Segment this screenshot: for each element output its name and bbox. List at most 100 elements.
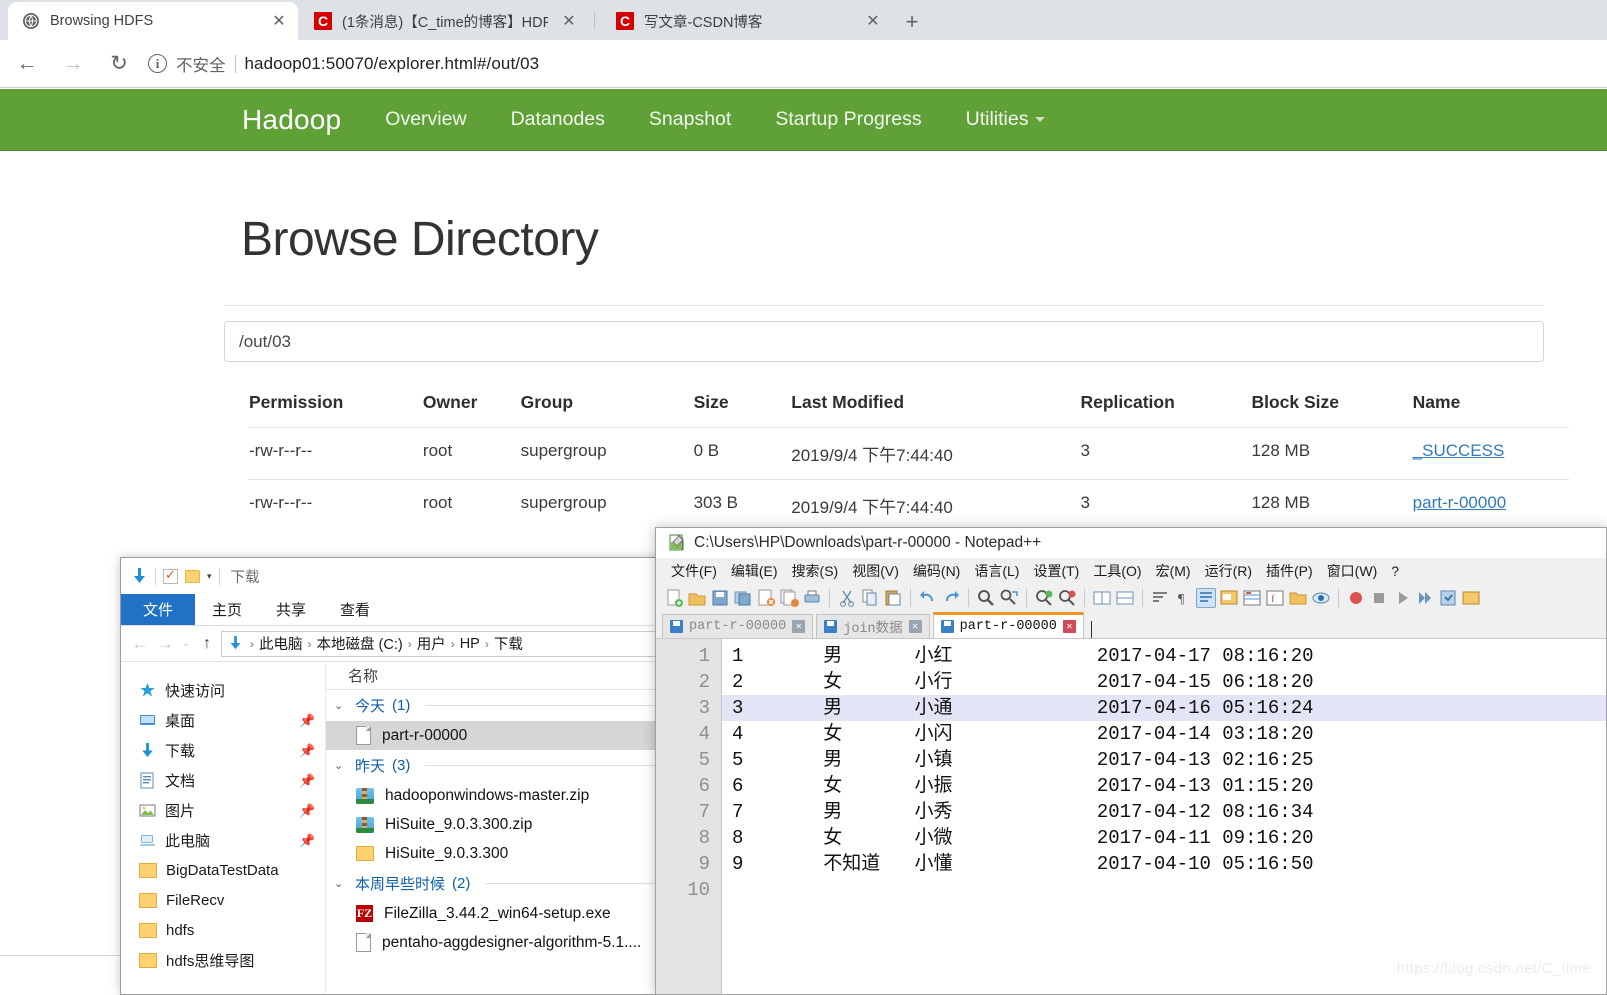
explorer-up-button[interactable]: ↑ — [196, 635, 218, 653]
col-header-name[interactable]: Name — [1413, 392, 1569, 413]
breadcrumb-item-3[interactable]: HP — [460, 636, 480, 652]
sidebar-item-filerecv[interactable]: FileRecv — [121, 885, 325, 915]
new-tab-button[interactable]: + — [898, 8, 926, 36]
sidebar-item-hdfs-mindmap[interactable]: hdfs思维导图 — [121, 945, 325, 975]
file-group-header-earlier-this-week[interactable]: ⌄ 本周早些时候 (2) — [326, 868, 679, 899]
col-header-replication[interactable]: Replication — [1080, 392, 1251, 413]
menu-edit[interactable]: 编辑(E) — [724, 561, 785, 581]
editor-text-area[interactable]: 1 男 小红 2017-04-17 08:16:20 2 女 小行 2017-0… — [722, 639, 1606, 994]
file-list-column-header[interactable]: 名称 — [326, 662, 679, 690]
list-item[interactable]: FZ FileZilla_3.44.2_win64-setup.exe — [326, 899, 679, 928]
sidebar-item-bigdatatestdata[interactable]: BigDataTestData — [121, 855, 325, 885]
file-group-header-yesterday[interactable]: ⌄ 昨天 (3) — [326, 750, 679, 781]
reload-button[interactable]: ↻ — [100, 45, 138, 83]
notepadpp-editor[interactable]: 1 2 3 4 5 6 7 8 9 10 1 男 小红 2017-04-17 0… — [656, 638, 1606, 994]
close-file-icon[interactable] — [756, 588, 776, 608]
menu-run[interactable]: 运行(R) — [1198, 561, 1259, 581]
forward-button[interactable]: → — [54, 45, 92, 83]
col-header-owner[interactable]: Owner — [423, 392, 521, 413]
list-item[interactable]: pentaho-aggdesigner-algorithm-5.1.... — [326, 928, 679, 957]
save-all-icon[interactable] — [733, 588, 753, 608]
breadcrumb-item-4[interactable]: 下载 — [494, 633, 523, 654]
paste-icon[interactable] — [883, 588, 903, 608]
user-defined-dialog-icon[interactable] — [1219, 588, 1239, 608]
chevron-down-icon[interactable]: ⌄ — [334, 877, 348, 890]
menu-encoding[interactable]: 编码(N) — [906, 561, 967, 581]
cut-icon[interactable] — [837, 588, 857, 608]
pin-icon[interactable]: 📌 — [299, 803, 315, 818]
menu-view[interactable]: 视图(V) — [845, 561, 906, 581]
editor-tab-2[interactable]: part-r-00000 ✕ — [932, 612, 1084, 638]
site-info-icon[interactable]: i — [148, 54, 167, 73]
macro-record-icon[interactable] — [1346, 588, 1366, 608]
pin-icon[interactable]: 📌 — [299, 713, 315, 728]
browser-tab-0[interactable]: Browsing HDFS ✕ — [8, 2, 298, 40]
file-group-header-today[interactable]: ⌄ 今天 (1) — [326, 690, 679, 721]
explorer-forward-button[interactable]: → — [154, 634, 176, 654]
col-header-size[interactable]: Size — [694, 392, 792, 413]
tab-close-icon-0[interactable]: ✕ — [268, 10, 290, 32]
menu-macro[interactable]: 宏(M) — [1149, 561, 1198, 581]
sidebar-item-pictures[interactable]: 图片 📌 — [121, 795, 325, 825]
tab-close-icon[interactable]: ✕ — [908, 620, 922, 633]
chevron-down-icon[interactable]: ⌄ — [334, 759, 348, 772]
breadcrumb-item-1[interactable]: 本地磁盘 (C:) — [317, 633, 403, 654]
print-icon[interactable] — [802, 588, 822, 608]
tab-close-icon-1[interactable]: ✕ — [558, 10, 580, 32]
new-file-icon[interactable] — [664, 588, 684, 608]
col-header-last-modified[interactable]: Last Modified — [791, 392, 1080, 413]
nav-link-snapshot[interactable]: Snapshot — [649, 108, 731, 131]
sidebar-item-documents[interactable]: 文档 📌 — [121, 765, 325, 795]
close-all-icon[interactable] — [779, 588, 799, 608]
properties-check-icon[interactable] — [163, 567, 178, 584]
dsp-icon[interactable] — [1461, 588, 1481, 608]
menu-help[interactable]: ? — [1384, 563, 1406, 579]
chevron-down-icon[interactable]: ⌄ — [334, 699, 348, 712]
editor-tab-1[interactable]: join数据 ✕ — [816, 614, 930, 638]
col-header-block-size[interactable]: Block Size — [1251, 392, 1412, 413]
menu-window[interactable]: 窗口(W) — [1320, 561, 1385, 581]
sidebar-item-hdfs[interactable]: hdfs — [121, 915, 325, 945]
word-wrap-icon[interactable] — [1150, 588, 1170, 608]
address-bar[interactable]: i 不安全 hadoop01:50070/explorer.html#/out/… — [148, 47, 1607, 81]
col-header-group[interactable]: Group — [521, 392, 694, 413]
macro-play-multiple-icon[interactable] — [1415, 588, 1435, 608]
sidebar-item-downloads[interactable]: 下载 📌 — [121, 735, 325, 765]
menu-language[interactable]: 语言(L) — [967, 561, 1026, 581]
explorer-recent-locations-icon[interactable]: ⌄ — [179, 638, 193, 649]
customize-dropdown-icon[interactable]: ▾ — [207, 571, 212, 582]
nav-link-startup-progress[interactable]: Startup Progress — [775, 108, 921, 131]
file-link-part-r-00000[interactable]: part-r-00000 — [1413, 493, 1507, 512]
pin-icon[interactable]: 📌 — [299, 743, 315, 758]
nav-link-datanodes[interactable]: Datanodes — [511, 108, 605, 131]
indent-guide-icon[interactable] — [1196, 588, 1216, 608]
directory-path-input[interactable]: /out/03 — [224, 321, 1544, 362]
document-map-icon[interactable] — [1242, 588, 1262, 608]
editor-tab-0[interactable]: part-r-00000 ✕ — [662, 614, 814, 638]
browser-tab-1[interactable]: C (1条消息)【C_time的博客】HDF ✕ — [300, 2, 588, 40]
show-all-chars-icon[interactable]: ¶ — [1173, 588, 1193, 608]
back-button[interactable]: ← — [8, 45, 46, 83]
zoom-in-icon[interactable] — [1034, 588, 1054, 608]
hadoop-brand[interactable]: Hadoop — [242, 104, 341, 136]
undo-icon[interactable] — [918, 588, 938, 608]
col-header-permission[interactable]: Permission — [249, 392, 423, 413]
breadcrumb-item-2[interactable]: 用户 — [417, 633, 446, 654]
breadcrumb[interactable]: › 此电脑 › 本地磁盘 (C:) › 用户 › HP › 下载 — [221, 630, 671, 657]
browser-tab-2[interactable]: C 写文章-CSDN博客 ✕ — [602, 2, 892, 40]
pin-icon[interactable]: 📌 — [299, 773, 315, 788]
notepadpp-title-bar[interactable]: C:\Users\HP\Downloads\part-r-00000 - Not… — [656, 528, 1606, 558]
file-link-success[interactable]: _SUCCESS — [1413, 441, 1505, 460]
list-item[interactable]: hadooponwindows-master.zip — [326, 781, 679, 810]
sidebar-item-desktop[interactable]: 桌面 📌 — [121, 705, 325, 735]
explorer-back-button[interactable]: ← — [129, 634, 151, 654]
tab-close-icon-2[interactable]: ✕ — [862, 10, 884, 32]
menu-settings[interactable]: 设置(T) — [1026, 561, 1086, 581]
redo-icon[interactable] — [941, 588, 961, 608]
menu-file[interactable]: 文件(F) — [664, 561, 724, 581]
new-folder-icon[interactable] — [185, 569, 200, 583]
macro-play-icon[interactable] — [1392, 588, 1412, 608]
monitor-icon[interactable] — [1311, 588, 1331, 608]
menu-search[interactable]: 搜索(S) — [785, 561, 846, 581]
sync-vertical-icon[interactable] — [1092, 588, 1112, 608]
